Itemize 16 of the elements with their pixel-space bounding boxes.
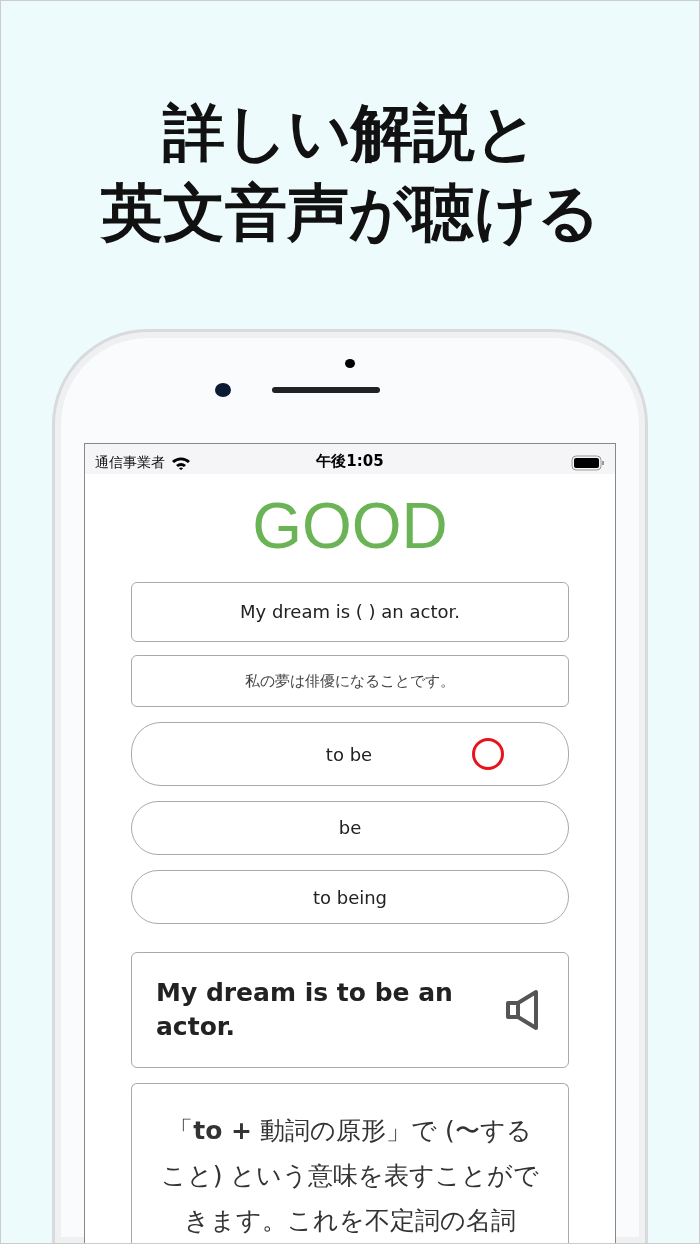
result-label: GOOD xyxy=(252,489,448,562)
sensor-icon xyxy=(345,359,355,368)
answer-option[interactable]: be xyxy=(131,800,569,856)
headline: 英文音声が聴ける xyxy=(100,175,600,251)
answer-sentence: My dream is to be an actor. xyxy=(156,977,454,1044)
question-translation: 私の夢は俳優になることです。 xyxy=(131,655,569,708)
answer-option[interactable]: to being xyxy=(131,870,569,925)
headline: 詳しい解説と xyxy=(162,95,538,171)
battery-icon xyxy=(571,454,605,471)
camera-icon xyxy=(215,383,231,397)
carrier-name: 通信事業者 xyxy=(95,453,165,472)
question-sentence: My dream is ( ) an actor. xyxy=(131,581,569,642)
status-time: 午後1:05 xyxy=(316,452,384,471)
explanation-text: 「to + 動詞の原形」で (〜すること) という意味を表すことができます。これを不定詞の名詞 xyxy=(159,1115,541,1237)
answer-option[interactable]: to be xyxy=(131,722,569,786)
wifi-icon xyxy=(171,455,191,470)
